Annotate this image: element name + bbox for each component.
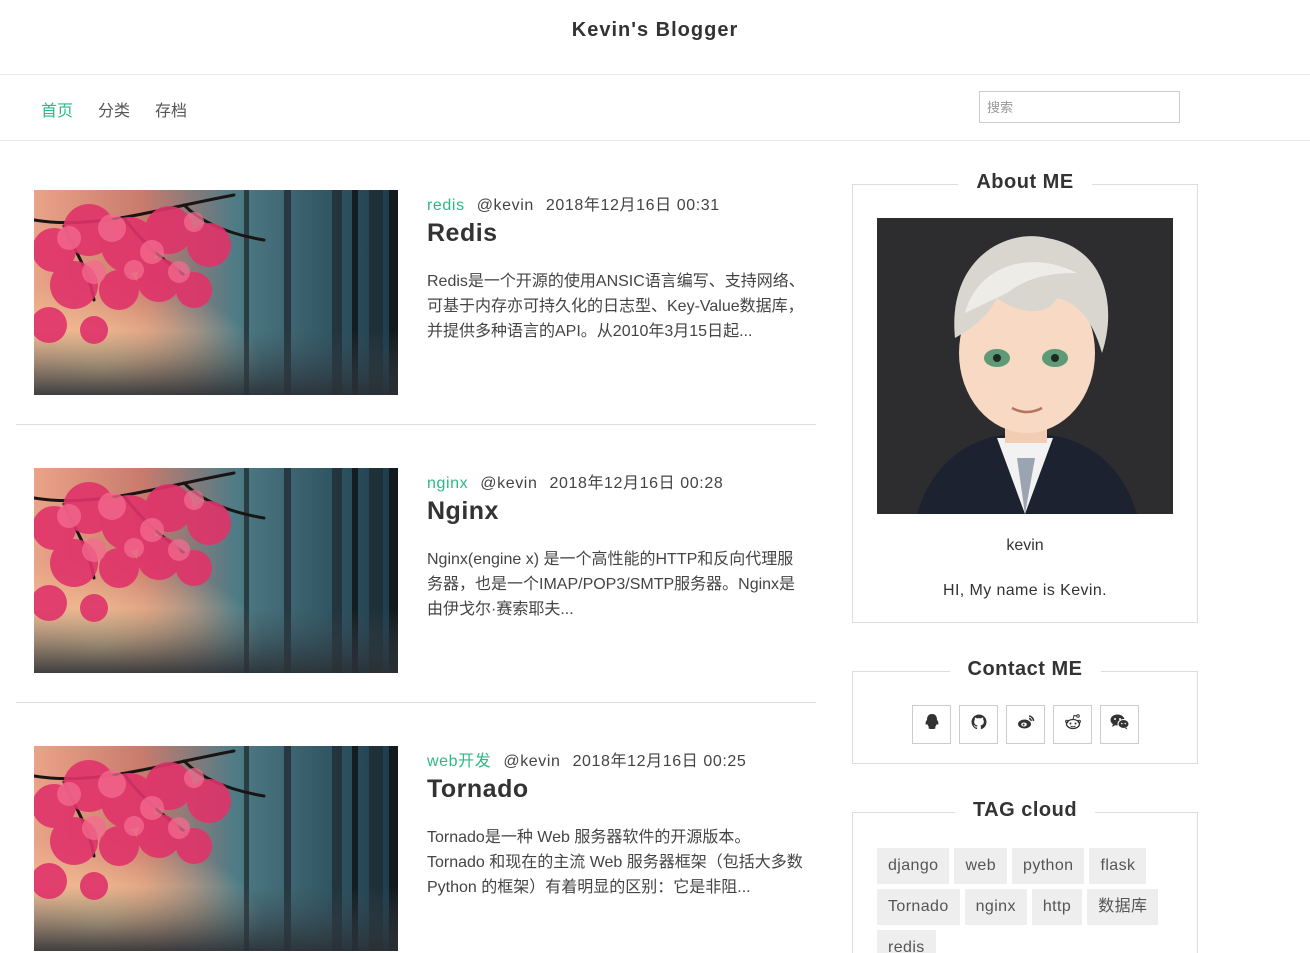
- nav-archive[interactable]: 存档: [155, 97, 187, 121]
- post-excerpt: Tornado是一种 Web 服务器软件的开源版本。Tornado 和现在的主流…: [427, 829, 803, 896]
- post-thumbnail[interactable]: [34, 746, 398, 951]
- wechat-link[interactable]: [1100, 705, 1139, 744]
- tag-redis[interactable]: redis: [877, 930, 936, 953]
- post-date: 2018年12月16日 00:31: [545, 197, 720, 214]
- post-category[interactable]: redis: [427, 197, 465, 214]
- tag-nginx[interactable]: nginx: [964, 889, 1027, 925]
- search-input[interactable]: [979, 91, 1180, 123]
- post-author: @kevin: [480, 475, 538, 492]
- post-meta: web开发 @kevin 2018年12月16日 00:25: [427, 747, 746, 771]
- post-category[interactable]: nginx: [427, 475, 468, 492]
- post-date: 2018年12月16日 00:25: [572, 753, 747, 770]
- tag-flask[interactable]: flask: [1089, 848, 1147, 884]
- nav-categories[interactable]: 分类: [98, 97, 130, 121]
- post-thumbnail[interactable]: [34, 190, 398, 395]
- weibo-link[interactable]: [1006, 705, 1045, 744]
- post-excerpt: Redis是一个开源的使用ANSIC语言编写、支持网络、可基于内存亦可持久化的日…: [427, 273, 805, 340]
- about-bio: HI, My name is Kevin.: [942, 582, 1107, 599]
- github-icon: [971, 714, 987, 735]
- navbar: 首页 分类 存档: [0, 75, 1310, 141]
- post-category[interactable]: web开发: [427, 753, 491, 770]
- tag-database[interactable]: 数据库: [1087, 889, 1159, 925]
- tag-cloud-widget: TAG cloud django web python flask Tornad…: [852, 799, 1198, 953]
- post-date: 2018年12月16日 00:28: [549, 475, 724, 492]
- reddit-icon: [1064, 713, 1082, 736]
- about-name: kevin: [1006, 537, 1044, 554]
- post-author: @kevin: [476, 197, 534, 214]
- post-title[interactable]: Nginx: [427, 497, 499, 526]
- post-card: nginx @kevin 2018年12月16日 00:28 Nginx Nginx…: [16, 425, 816, 703]
- tag-list: django web python flask Tornado nginx ht…: [877, 848, 1177, 953]
- wechat-icon: [1110, 714, 1130, 735]
- tag-django[interactable]: django: [877, 848, 950, 884]
- post-card: redis @kevin 2018年12月16日 00:31 Redis Redis…: [16, 147, 816, 425]
- qq-link[interactable]: [912, 705, 951, 744]
- github-link[interactable]: [959, 705, 998, 744]
- nav-home[interactable]: 首页: [41, 97, 73, 121]
- reddit-link[interactable]: [1053, 705, 1092, 744]
- social-links: [912, 705, 1139, 744]
- post-title[interactable]: Redis: [427, 219, 498, 248]
- post-excerpt: Nginx(engine x) 是一个高性能的HTTP和反向代理服务器，也是一个…: [427, 551, 796, 618]
- tag-http[interactable]: http: [1031, 889, 1083, 925]
- tag-web[interactable]: web: [954, 848, 1008, 884]
- tag-tornado[interactable]: Tornado: [877, 889, 960, 925]
- contact-title: Contact ME: [949, 658, 1101, 680]
- qq-icon: [923, 713, 941, 736]
- post-author: @kevin: [503, 753, 561, 770]
- post-thumbnail[interactable]: [34, 468, 398, 673]
- post-title[interactable]: Tornado: [427, 775, 529, 804]
- site-title[interactable]: Kevin's Blogger: [572, 19, 738, 42]
- weibo-icon: [1017, 714, 1035, 735]
- tag-cloud-title: TAG cloud: [954, 799, 1096, 821]
- nav-links: 首页 分类 存档: [41, 97, 187, 121]
- about-widget: About ME kevin HI, My name is Kevin.: [852, 171, 1198, 623]
- site-header: Kevin's Blogger: [0, 0, 1310, 75]
- tag-python[interactable]: python: [1012, 848, 1085, 884]
- post-meta: nginx @kevin 2018年12月16日 00:28: [427, 469, 723, 493]
- post-meta: redis @kevin 2018年12月16日 00:31: [427, 191, 720, 215]
- avatar: [877, 218, 1173, 514]
- contact-widget: Contact ME: [852, 658, 1198, 764]
- about-title: About ME: [958, 171, 1092, 193]
- post-card: web开发 @kevin 2018年12月16日 00:25 Tornado Tor…: [16, 703, 816, 953]
